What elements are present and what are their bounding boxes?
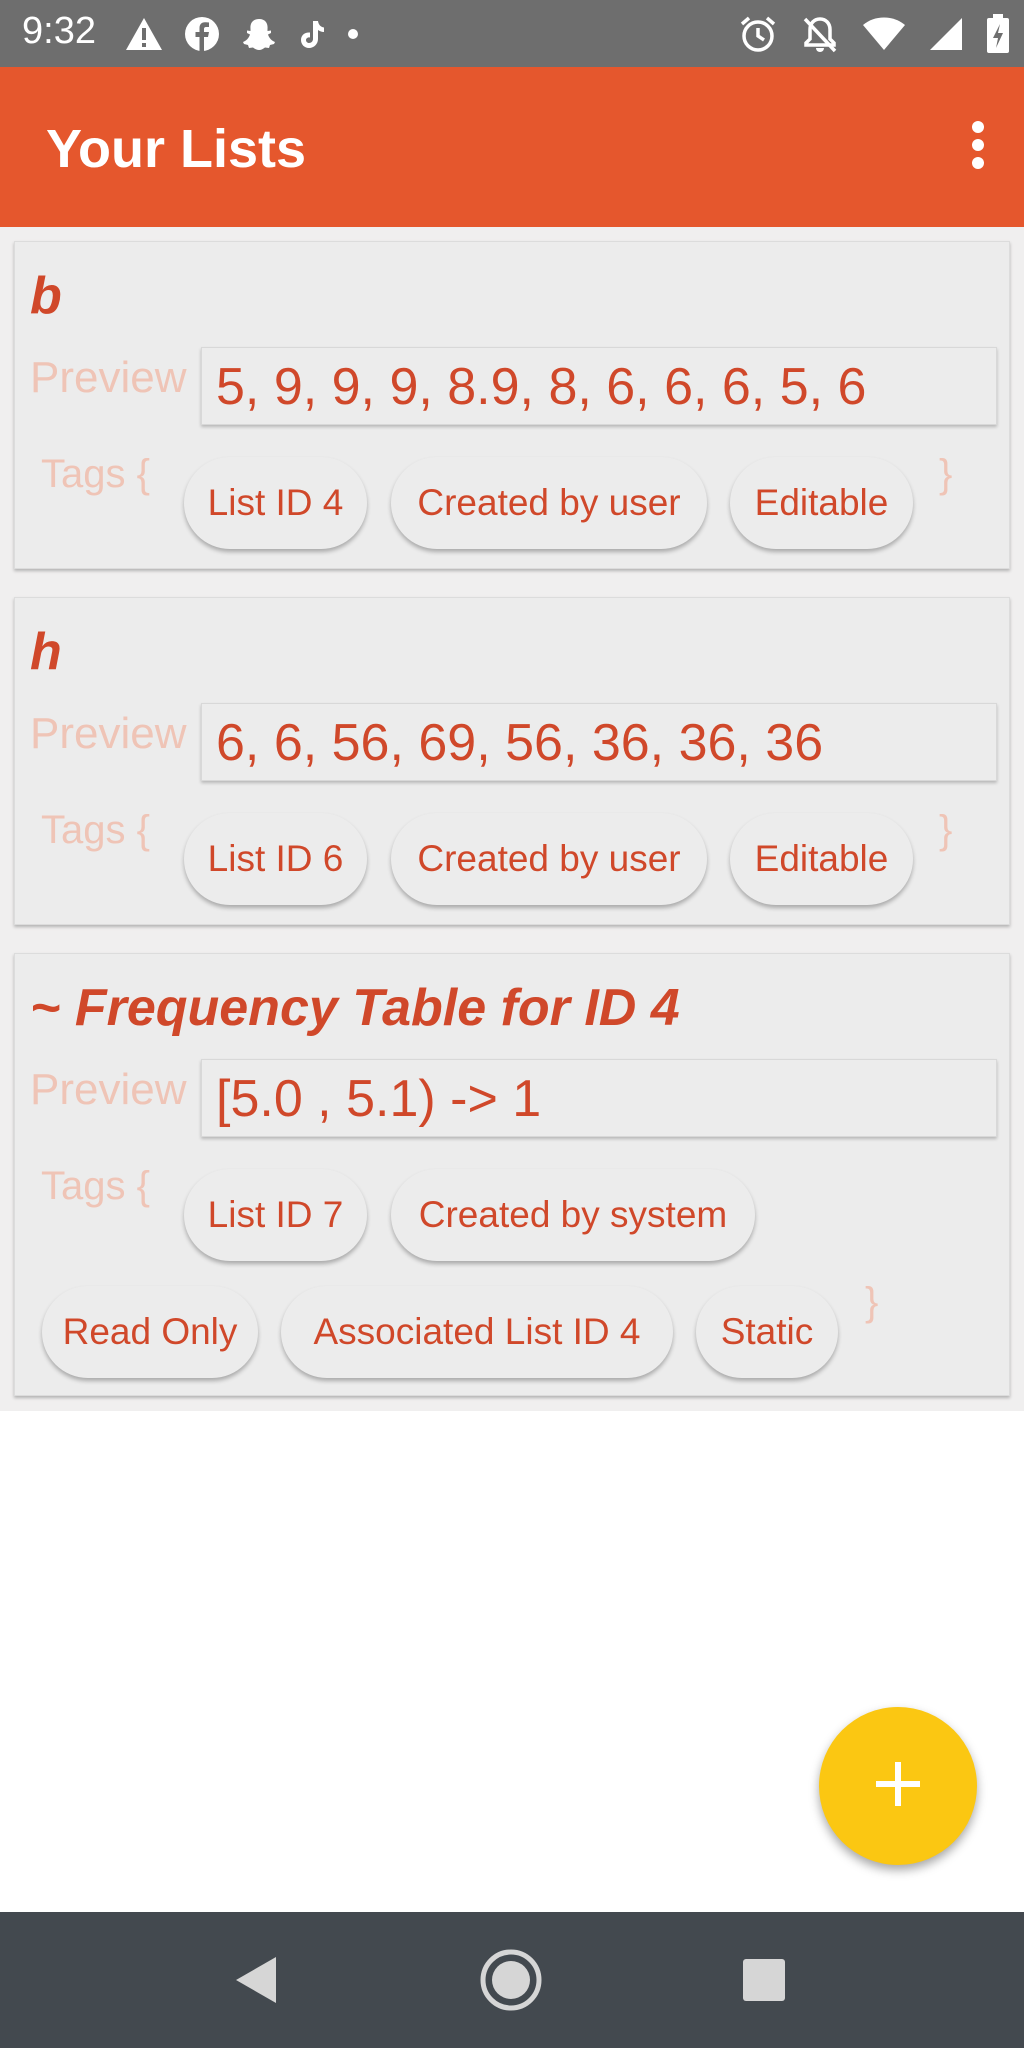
list-title: b xyxy=(30,267,62,325)
tag-chip[interactable]: Created by user xyxy=(391,813,707,905)
tag-chip[interactable]: Static xyxy=(696,1286,838,1378)
tags-close-brace: } xyxy=(939,452,953,496)
preview-label: Preview xyxy=(30,709,187,758)
recents-icon xyxy=(741,1957,787,2008)
tag-chip[interactable]: Created by user xyxy=(391,457,707,549)
list-card[interactable]: h Preview 6, 6, 56, 69, 56, 36, 36, 36 T… xyxy=(14,597,1010,925)
snapchat-icon xyxy=(240,16,278,52)
recents-button[interactable] xyxy=(734,1952,794,2012)
overflow-menu-button[interactable] xyxy=(950,113,1006,181)
tag-chip[interactable]: Editable xyxy=(730,813,913,905)
tag-chip[interactable]: List ID 4 xyxy=(184,457,367,549)
wifi-icon xyxy=(862,16,906,52)
tag-chip[interactable]: Editable xyxy=(730,457,913,549)
navigation-bar xyxy=(0,1912,1024,2048)
battery-charging-icon xyxy=(986,14,1010,54)
list-container: b Preview 5, 9, 9, 9, 8.9, 8, 6, 6, 6, 5… xyxy=(0,227,1024,1411)
plus-icon xyxy=(876,1761,920,1811)
status-icons-left xyxy=(124,12,360,56)
tag-chip[interactable]: Associated List ID 4 xyxy=(281,1286,673,1378)
tag-chip[interactable]: List ID 7 xyxy=(184,1169,367,1261)
app-bar: Your Lists xyxy=(0,67,1024,227)
home-button[interactable] xyxy=(480,1949,542,2012)
list-title: h xyxy=(30,623,62,681)
tag-chip[interactable]: Read Only xyxy=(42,1286,258,1378)
tags-close-brace: } xyxy=(939,808,953,852)
back-button[interactable] xyxy=(225,1952,285,2012)
tags-label: Tags { xyxy=(41,808,150,852)
warning-icon xyxy=(124,16,164,52)
status-bar: 9:32 xyxy=(0,0,1024,67)
home-icon xyxy=(479,1948,543,2017)
list-preview: 6, 6, 56, 69, 56, 36, 36, 36 xyxy=(201,703,997,781)
notifications-off-icon xyxy=(800,14,840,54)
signal-icon xyxy=(928,16,964,52)
tag-chip[interactable]: List ID 6 xyxy=(184,813,367,905)
preview-label: Preview xyxy=(30,353,187,402)
add-list-button[interactable] xyxy=(819,1707,977,1865)
preview-label: Preview xyxy=(30,1065,187,1114)
dot-icon xyxy=(346,27,360,41)
tags-close-brace: } xyxy=(865,1280,879,1324)
tags-label: Tags { xyxy=(41,452,150,496)
list-card[interactable]: ~ Frequency Table for ID 4 Preview [5.0 … xyxy=(14,953,1010,1396)
list-preview: 5, 9, 9, 9, 8.9, 8, 6, 6, 6, 5, 6 xyxy=(201,347,997,425)
more-vert-icon xyxy=(970,120,986,174)
back-icon xyxy=(232,1955,278,2010)
tag-chip[interactable]: Created by system xyxy=(391,1169,755,1261)
alarm-icon xyxy=(738,14,778,54)
status-icons-right xyxy=(738,12,1010,56)
list-preview: [5.0 , 5.1) -> 1 xyxy=(201,1059,997,1137)
list-card[interactable]: b Preview 5, 9, 9, 9, 8.9, 8, 6, 6, 6, 5… xyxy=(14,241,1010,569)
facebook-icon xyxy=(184,16,220,52)
list-title: ~ Frequency Table for ID 4 xyxy=(30,979,680,1037)
tiktok-icon xyxy=(298,17,326,51)
page-title: Your Lists xyxy=(46,119,307,179)
status-time: 9:32 xyxy=(22,10,96,52)
tags-label: Tags { xyxy=(41,1164,150,1208)
